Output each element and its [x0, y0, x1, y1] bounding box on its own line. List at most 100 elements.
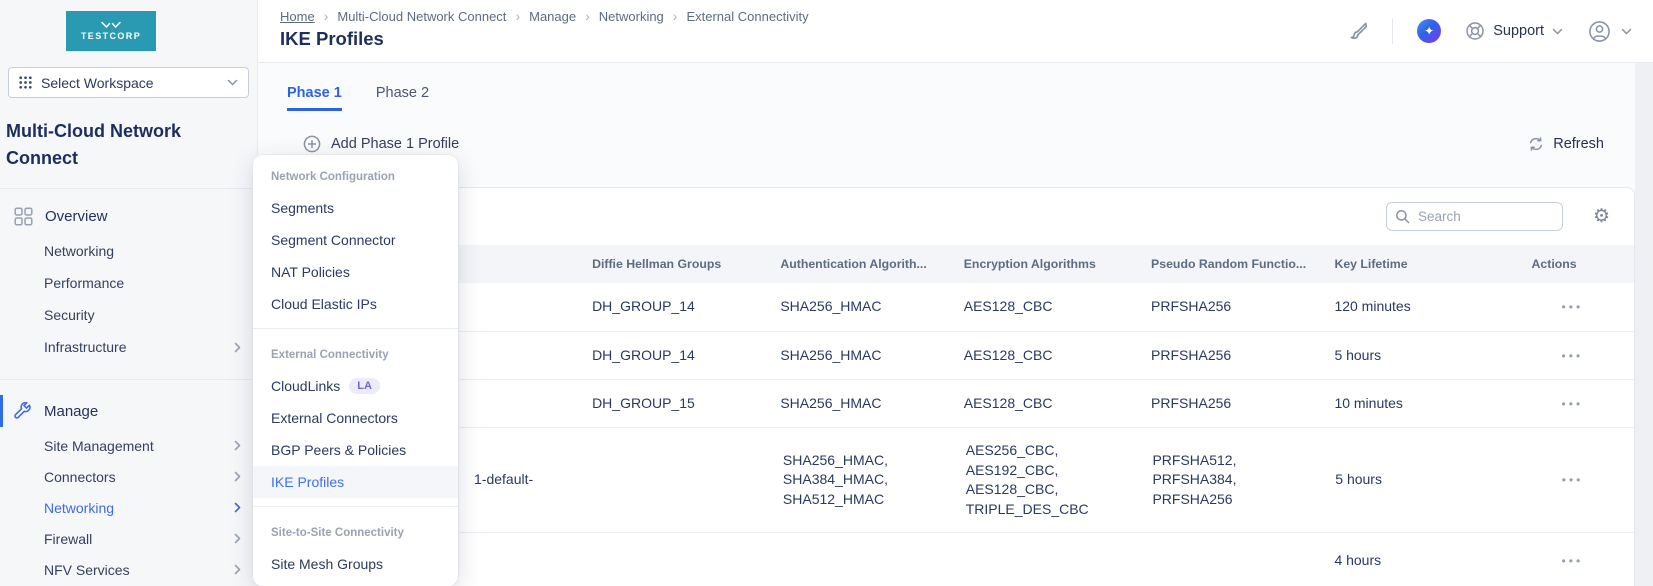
row-actions-menu-icon[interactable]: •••: [1562, 349, 1584, 363]
sidebar-item-firewall[interactable]: Firewall: [0, 523, 257, 554]
row-actions-menu-icon[interactable]: •••: [1562, 473, 1584, 487]
table-settings-gear-icon[interactable]: ⚙: [1593, 207, 1610, 226]
search-icon: [1395, 209, 1410, 224]
chevron-right-icon: [234, 564, 241, 575]
menu-item-external-connectors[interactable]: External Connectors: [253, 402, 458, 434]
menu-item-label: CloudLinks: [271, 378, 340, 394]
account-menu[interactable]: [1587, 19, 1632, 44]
main-content: Phase 1 Phase 2 Add Phase 1 Profile Refr…: [258, 63, 1635, 586]
sidebar-item-label: Performance: [44, 275, 124, 291]
sidebar-item-connectors[interactable]: Connectors: [0, 461, 257, 492]
search-box: [1386, 202, 1563, 231]
sidebar-section-manage[interactable]: Manage: [0, 392, 257, 430]
sidebar-item-label: Connectors: [44, 469, 116, 485]
topbar-actions: ✦ Support: [1348, 0, 1632, 62]
cell-prf: PRFSHA256: [1151, 394, 1334, 414]
chevron-right-icon: [234, 533, 241, 544]
table-header-row: Diffie Hellman Groups Authentication Alg…: [267, 245, 1634, 283]
column-header-actions: Actions: [1532, 257, 1610, 271]
ike-profiles-table-card: ⚙ Diffie Hellman Groups Authentication A…: [266, 187, 1635, 586]
breadcrumb-home[interactable]: Home: [280, 9, 315, 24]
support-menu[interactable]: Support: [1465, 21, 1563, 41]
phase-tabs: Phase 1 Phase 2: [287, 85, 1635, 111]
column-header-encryption-algorithms: Encryption Algorithms: [964, 257, 1151, 271]
cell-prf: PRFSHA256: [1151, 297, 1334, 317]
column-header-prf: Pseudo Random Functio...: [1151, 257, 1334, 271]
workspace-label: Select Workspace: [41, 75, 218, 91]
menu-section-external-connectivity: External Connectivity: [253, 337, 458, 370]
row-actions-menu-icon[interactable]: •••: [1562, 300, 1584, 314]
add-phase1-profile-button[interactable]: Add Phase 1 Profile: [303, 135, 459, 153]
logo-text: TESTCORP: [81, 31, 141, 41]
workspace-selector[interactable]: Select Workspace: [8, 67, 249, 98]
sidebar-item-label: NFV Services: [44, 562, 130, 578]
overview-subnav: Networking Performance Security Infrastr…: [0, 235, 257, 363]
wrench-icon: [14, 402, 32, 420]
cell-key-lifetime: 4 hours: [1334, 551, 1531, 571]
cell-dh-groups: DH_GROUP_14: [592, 346, 780, 366]
company-logo: TESTCORP: [66, 11, 156, 51]
breadcrumb-networking[interactable]: Networking: [585, 8, 664, 24]
chevron-right-icon: [234, 502, 241, 513]
breadcrumb-mcn-connect[interactable]: Multi-Cloud Network Connect: [324, 8, 507, 24]
cell-key-lifetime: 120 minutes: [1334, 297, 1531, 317]
sidebar-section-label: Manage: [44, 403, 98, 420]
cell-encryption-algorithms: AES128_CBC: [964, 394, 1151, 414]
menu-item-ike-profiles[interactable]: IKE Profiles: [253, 466, 458, 498]
menu-divider: [253, 328, 458, 329]
cell-encryption-algorithms: AES128_CBC: [964, 346, 1151, 366]
menu-item-nat-policies[interactable]: NAT Policies: [253, 256, 458, 288]
plus-circle-icon: [303, 135, 321, 153]
cell-auth-algorithms: SHA256_HMAC: [780, 297, 963, 317]
cell-prf: PRFSHA256: [1151, 346, 1334, 366]
sidebar-item-site-management[interactable]: Site Management: [0, 430, 257, 461]
cell-encryption-algorithms: AES128_CBC: [964, 297, 1151, 317]
menu-divider: [253, 506, 458, 507]
table-row: DH_GROUP_14 SHA256_HMAC AES128_CBC PRFSH…: [267, 283, 1634, 332]
sidebar-item-label: Security: [44, 307, 95, 323]
menu-item-cloudlinks[interactable]: CloudLinks LA: [253, 370, 458, 402]
column-header-dh-groups: Diffie Hellman Groups: [592, 257, 780, 271]
sidebar-item-infrastructure[interactable]: Infrastructure: [0, 331, 257, 363]
breadcrumb: Home Multi-Cloud Network Connect Manage …: [280, 8, 809, 24]
cell-encryption-algorithms: AES256_CBC, AES192_CBC, AES128_CBC, TRIP…: [966, 441, 1153, 519]
cell-auth-algorithms: SHA256_HMAC: [780, 394, 963, 414]
page-title: IKE Profiles: [280, 28, 809, 50]
workspace-grid-icon: [19, 76, 32, 89]
cell-prf: PRFSHA512, PRFSHA384, PRFSHA256: [1152, 451, 1335, 510]
sidebar-item-performance[interactable]: Performance: [0, 267, 257, 299]
tab-phase-1[interactable]: Phase 1: [287, 85, 342, 111]
menu-item-bgp-peers-policies[interactable]: BGP Peers & Policies: [253, 434, 458, 466]
chevron-right-icon: [234, 440, 241, 451]
cell-key-lifetime: 5 hours: [1335, 470, 1532, 490]
tab-phase-2[interactable]: Phase 2: [376, 85, 429, 111]
assistant-sparkle-icon[interactable]: ✦: [1417, 19, 1441, 43]
topbar: Home Multi-Cloud Network Connect Manage …: [258, 0, 1653, 63]
sidebar-item-nfv-services[interactable]: NFV Services: [0, 554, 257, 585]
breadcrumb-manage[interactable]: Manage: [515, 8, 576, 24]
cell-dh-groups: DH_GROUP_14: [592, 297, 780, 317]
breadcrumb-external-connectivity[interactable]: External Connectivity: [673, 8, 809, 24]
edit-brush-icon[interactable]: [1348, 21, 1368, 41]
table-row: 1-default- SHA256_HMAC, SHA384_HMAC, SHA…: [267, 428, 1634, 533]
sidebar-item-security[interactable]: Security: [0, 299, 257, 331]
chevron-down-icon: [227, 79, 238, 86]
sidebar-section-label: Overview: [45, 208, 108, 225]
search-input[interactable]: [1386, 202, 1563, 231]
row-actions-menu-icon[interactable]: •••: [1562, 397, 1584, 411]
product-title: Multi-Cloud Network Connect: [6, 118, 217, 172]
refresh-button[interactable]: Refresh: [1528, 136, 1604, 152]
chevron-down-icon: [1621, 28, 1632, 35]
menu-item-segments[interactable]: Segments: [253, 192, 458, 224]
menu-item-cloud-elastic-ips[interactable]: Cloud Elastic IPs: [253, 288, 458, 320]
cell-auth-algorithms: SHA256_HMAC: [780, 346, 963, 366]
app-root: TESTCORP Select Workspace Multi-Cloud Ne…: [0, 0, 1653, 586]
row-actions-menu-icon[interactable]: •••: [1562, 554, 1584, 568]
menu-item-segment-connector[interactable]: Segment Connector: [253, 224, 458, 256]
menu-item-site-mesh-groups[interactable]: Site Mesh Groups: [253, 548, 458, 580]
wings-icon: [100, 21, 122, 29]
sidebar-item-networking-overview[interactable]: Networking: [0, 235, 257, 267]
scrollbar[interactable]: [1635, 63, 1653, 586]
sidebar-section-overview[interactable]: Overview: [0, 197, 257, 235]
sidebar-item-networking-manage[interactable]: Networking: [0, 492, 257, 523]
